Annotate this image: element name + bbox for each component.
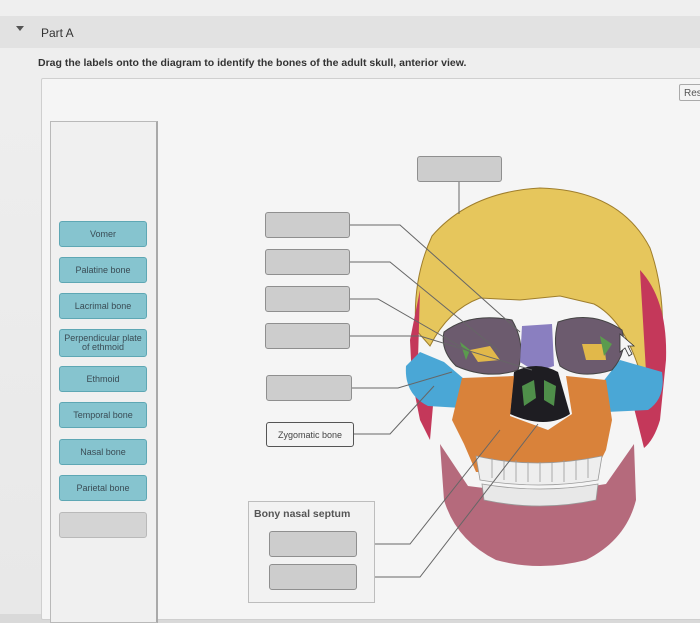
- drop-zone-1[interactable]: [265, 212, 350, 238]
- page: Part A Drag the labels onto the diagram …: [0, 0, 700, 623]
- drop-zone-septum-1[interactable]: [269, 531, 357, 557]
- drop-zone-5[interactable]: [266, 375, 352, 401]
- drop-zone-4[interactable]: [265, 323, 350, 349]
- drop-zone-septum-2[interactable]: [269, 564, 357, 590]
- group-title: Bony nasal septum: [254, 508, 351, 520]
- nasal-cavity: [510, 366, 570, 422]
- drop-zone-top[interactable]: [417, 156, 502, 182]
- placed-label-zygomatic-bone[interactable]: Zygomatic bone: [266, 422, 354, 447]
- orbit-left: [442, 317, 522, 375]
- drop-zone-2[interactable]: [265, 249, 350, 275]
- drop-zone-3[interactable]: [265, 286, 350, 312]
- nasal-bone: [520, 324, 554, 372]
